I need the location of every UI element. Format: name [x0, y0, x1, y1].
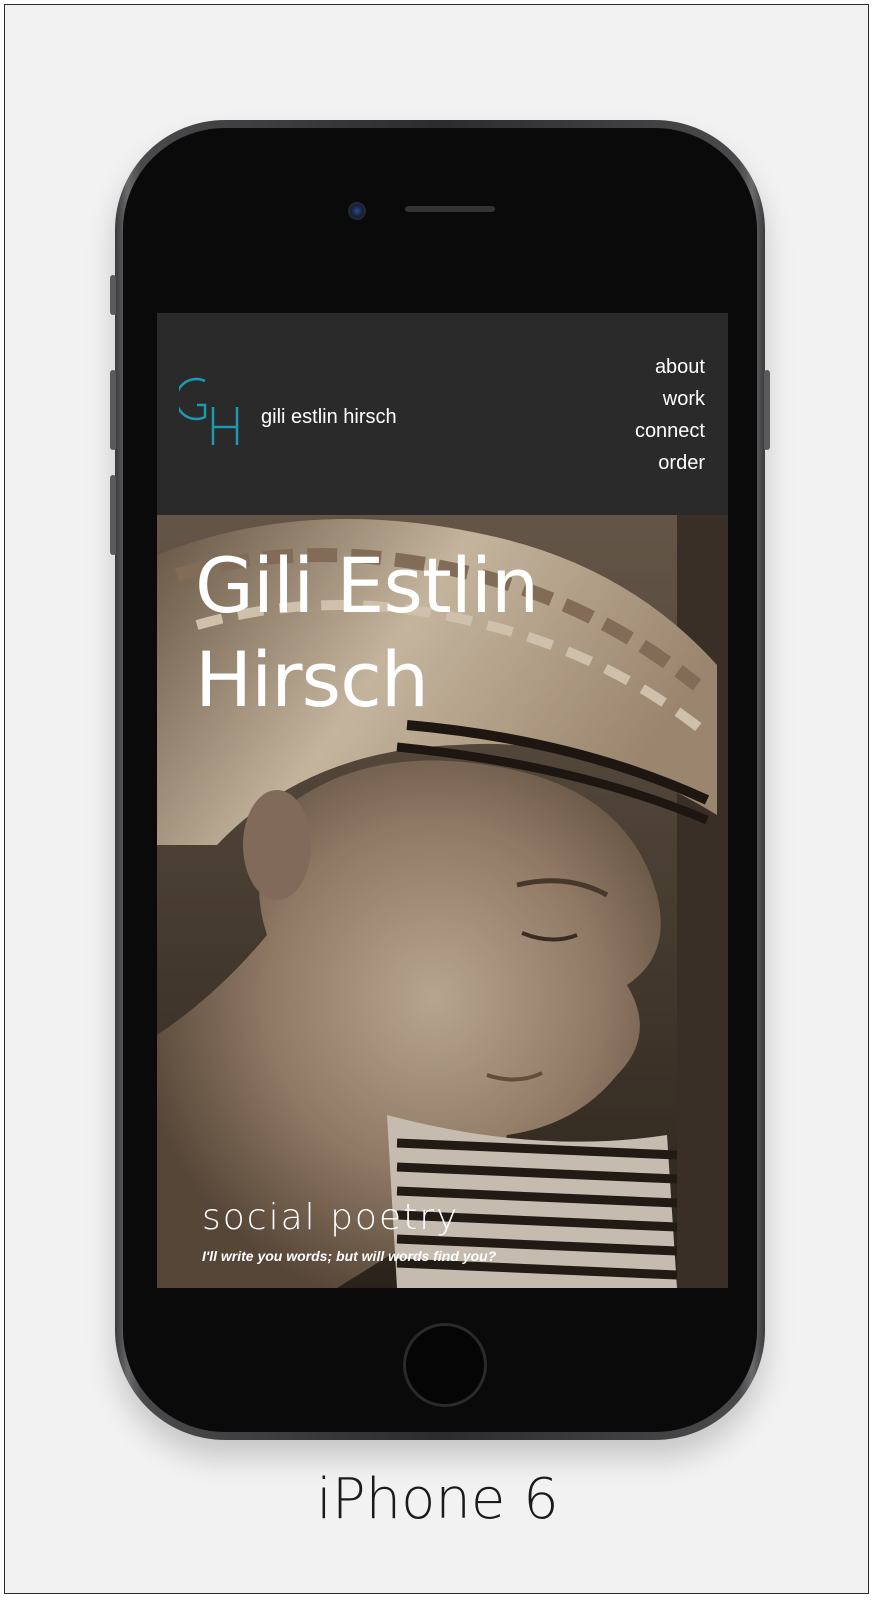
hero-title: Gili Estlin Hirsch	[195, 541, 539, 724]
earpiece-speaker	[405, 206, 495, 212]
mute-switch	[110, 275, 116, 315]
nav-item-connect[interactable]: connect	[635, 415, 705, 447]
nav-item-about[interactable]: about	[635, 351, 705, 383]
home-button[interactable]	[403, 1323, 487, 1407]
front-camera-icon	[348, 202, 366, 220]
hero-subtitle: I'll write you words; but will words fin…	[202, 1248, 497, 1264]
hero-tagline: social poetry	[202, 1197, 460, 1238]
nav-item-order[interactable]: order	[635, 447, 705, 479]
gh-logo-icon[interactable]	[179, 375, 239, 447]
volume-down-button	[110, 475, 116, 555]
volume-up-button	[110, 370, 116, 450]
power-button	[764, 370, 770, 450]
device-caption: iPhone 6	[316, 1467, 559, 1532]
mockup-frame: gili estlin hirsch about work connect or…	[4, 4, 869, 1594]
site-name[interactable]: gili estlin hirsch	[261, 406, 397, 429]
main-nav: about work connect order	[635, 351, 705, 479]
nav-item-work[interactable]: work	[635, 383, 705, 415]
hero-section: Gili Estlin Hirsch social poetry I'll wr…	[157, 515, 728, 1288]
site-header: gili estlin hirsch about work connect or…	[157, 313, 728, 515]
phone-screen: gili estlin hirsch about work connect or…	[157, 313, 728, 1288]
